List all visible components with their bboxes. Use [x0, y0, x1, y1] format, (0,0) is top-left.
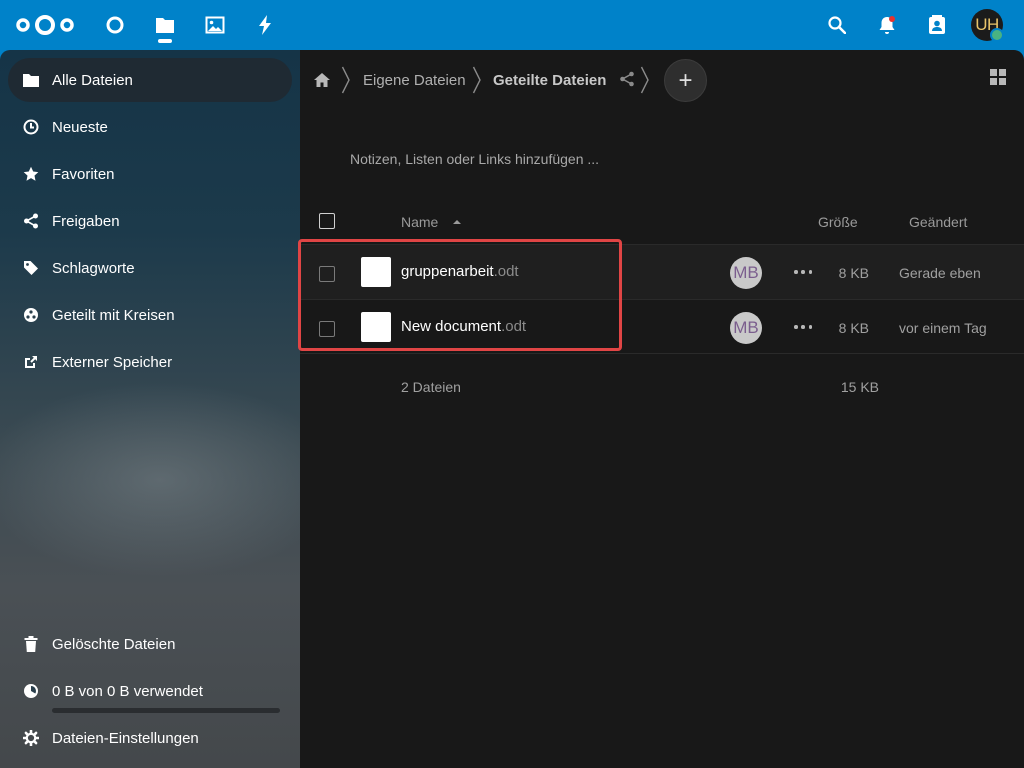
- contacts-icon: [929, 15, 945, 34]
- clock-icon: [22, 118, 40, 136]
- sidebar-item-shares[interactable]: Freigaben: [8, 199, 292, 243]
- sidebar-item-all-files[interactable]: Alle Dateien: [8, 58, 292, 102]
- search-button[interactable]: [825, 13, 849, 37]
- sidebar-item-deleted-files[interactable]: Gelöschte Dateien: [8, 622, 292, 666]
- sidebar-item-recent[interactable]: Neueste: [8, 105, 292, 149]
- bolt-icon: [259, 15, 271, 35]
- table-divider: [300, 353, 1024, 354]
- breadcrumb-item-shared-files[interactable]: Geteilte Dateien: [493, 72, 606, 89]
- more-actions-icon[interactable]: [794, 263, 812, 281]
- contacts-button[interactable]: [925, 13, 949, 37]
- file-name[interactable]: New document.odt: [401, 318, 526, 335]
- quota-label: 0 B von 0 B verwendet: [52, 682, 203, 700]
- row-checkbox[interactable]: [319, 321, 335, 337]
- sidebar-item-label: Favoriten: [52, 165, 115, 183]
- sidebar-item-label: Schlagworte: [52, 259, 135, 277]
- file-count-summary: 2 Dateien: [401, 379, 461, 395]
- search-icon: [828, 16, 846, 34]
- folder-icon: [22, 71, 40, 89]
- pie-icon: [22, 682, 40, 700]
- grid-view-icon[interactable]: [989, 68, 1007, 86]
- chevron-right-icon: [341, 66, 350, 94]
- files-main-content: Eigene Dateien Geteilte Dateien + Notize…: [300, 50, 1024, 768]
- notifications-button[interactable]: [875, 13, 899, 37]
- gear-icon: [22, 729, 40, 747]
- tag-icon: [22, 259, 40, 277]
- sidebar-item-label: Freigaben: [52, 212, 120, 230]
- quota-progress-bar: [52, 708, 280, 713]
- top-bar: UH: [0, 0, 1024, 50]
- file-name[interactable]: gruppenarbeit.odt: [401, 263, 519, 280]
- circle-icon: [106, 16, 124, 34]
- row-checkbox[interactable]: [319, 266, 335, 282]
- rich-workspace-placeholder[interactable]: Notizen, Listen oder Links hinzufügen ..…: [350, 151, 599, 167]
- share-icon[interactable]: [619, 71, 635, 87]
- file-modified: vor einem Tag: [899, 320, 987, 336]
- new-file-button[interactable]: +: [664, 59, 707, 102]
- select-all-checkbox[interactable]: [319, 213, 335, 229]
- column-header-size[interactable]: Größe: [818, 214, 858, 230]
- sidebar-item-tags[interactable]: Schlagworte: [8, 246, 292, 290]
- star-icon: [22, 165, 40, 183]
- breadcrumb-item-own-files[interactable]: Eigene Dateien: [363, 72, 466, 89]
- plus-icon: +: [678, 66, 693, 94]
- file-extension: .odt: [501, 318, 527, 335]
- nextcloud-logo[interactable]: [14, 14, 76, 36]
- dashboard-app-icon[interactable]: [103, 13, 127, 37]
- image-icon: [205, 16, 225, 34]
- total-size-summary: 15 KB: [840, 379, 879, 395]
- column-header-modified[interactable]: Geändert: [909, 214, 967, 230]
- sidebar-item-label: Gelöschte Dateien: [52, 635, 176, 653]
- chevron-right-icon: [640, 66, 649, 94]
- column-header-name[interactable]: Name: [401, 214, 438, 230]
- active-app-indicator: [158, 39, 172, 43]
- folder-icon: [156, 18, 174, 33]
- sidebar-item-label: Neueste: [52, 118, 108, 136]
- owner-avatar[interactable]: MB: [730, 257, 762, 289]
- photos-app-icon[interactable]: [203, 13, 227, 37]
- sidebar-item-external-storage[interactable]: Externer Speicher: [8, 340, 292, 384]
- sidebar-item-circles[interactable]: Geteilt mit Kreisen: [8, 293, 292, 337]
- more-actions-icon[interactable]: [794, 318, 812, 336]
- bell-icon: [879, 16, 895, 34]
- home-icon[interactable]: [314, 73, 330, 87]
- trash-icon: [22, 635, 40, 653]
- table-row[interactable]: gruppenarbeit.odt MB 8 KB Gerade eben: [300, 244, 1024, 299]
- files-app-icon[interactable]: [153, 13, 177, 37]
- file-modified: Gerade eben: [899, 265, 981, 281]
- file-extension: .odt: [493, 263, 519, 280]
- sort-ascending-icon: [453, 220, 461, 224]
- table-row[interactable]: New document.odt MB 8 KB vor einem Tag: [300, 299, 1024, 354]
- document-icon: [361, 257, 391, 287]
- sidebar-item-favorites[interactable]: Favoriten: [8, 152, 292, 196]
- document-icon: [361, 312, 391, 342]
- owner-avatar[interactable]: MB: [730, 312, 762, 344]
- file-basename: New document: [401, 318, 502, 335]
- sidebar-item-settings[interactable]: Dateien-Einstellungen: [8, 716, 292, 760]
- external-link-icon: [22, 353, 40, 371]
- share-icon: [22, 212, 40, 230]
- sidebar-item-label: Externer Speicher: [52, 353, 173, 371]
- chevron-right-icon: [472, 66, 481, 94]
- sidebar-item-label: Alle Dateien: [52, 71, 133, 89]
- file-size: 8 KB: [838, 320, 869, 336]
- circles-icon: [22, 306, 40, 324]
- sidebar-item-label: Dateien-Einstellungen: [52, 729, 199, 747]
- online-status-icon: [990, 28, 1004, 42]
- file-basename: gruppenarbeit: [401, 263, 494, 280]
- activity-app-icon[interactable]: [253, 13, 277, 37]
- quota-info: 0 B von 0 B verwendet: [8, 669, 292, 713]
- app-navigation: Alle Dateien Neueste Favoriten Freigaben…: [0, 50, 300, 768]
- file-size: 8 KB: [838, 265, 869, 281]
- sidebar-item-label: Geteilt mit Kreisen: [52, 306, 175, 324]
